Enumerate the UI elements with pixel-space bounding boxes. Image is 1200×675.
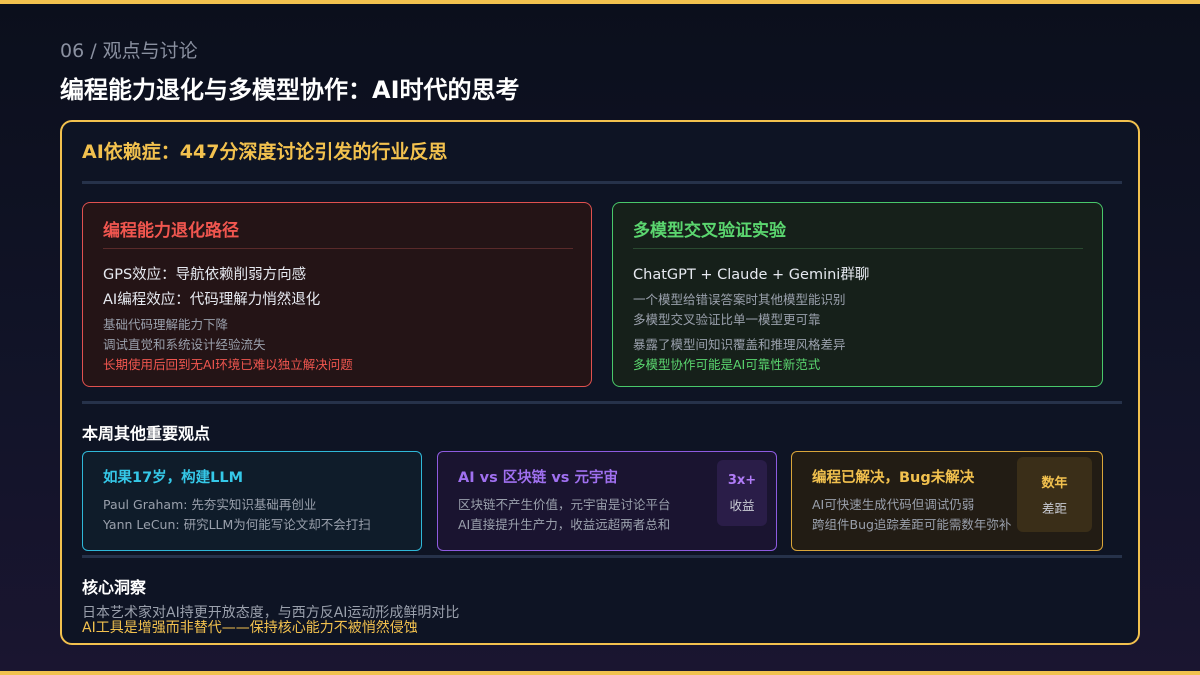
- multimodel-detail: 一个模型给错误答案时其他模型能识别: [633, 292, 846, 307]
- card-divider: [633, 248, 1083, 249]
- ai-coding-effect-text: AI编程效应：代码理解力悄然退化: [103, 292, 321, 308]
- panel-divider: [82, 555, 1122, 558]
- weekly-card-title: AI vs 区块链 vs 元宇宙: [458, 470, 618, 486]
- weekly-card-line: Paul Graham: 先夯实知识基础再创业: [103, 497, 317, 512]
- page-title: 编程能力退化与多模型协作：AI时代的思考: [60, 76, 520, 104]
- insight-heading: 核心洞察: [82, 578, 147, 597]
- weekly-card-line: AI可快速生成代码但调试仍弱: [812, 497, 975, 512]
- gain-badge: 3x+ 收益: [717, 460, 767, 526]
- weekly-card-line: AI直接提升生产力，收益远超两者总和: [458, 517, 671, 532]
- badge-value: 数年: [1041, 476, 1068, 491]
- main-panel: AI依赖症：447分深度讨论引发的行业反思 编程能力退化路径 GPS效应：导航依…: [60, 120, 1140, 645]
- weekly-card-title: 编程已解决，Bug未解决: [812, 470, 975, 486]
- weekly-card-title: 如果17岁，构建LLM: [103, 470, 244, 486]
- card-divider: [103, 248, 573, 249]
- degradation-card-title: 编程能力退化路径: [103, 221, 239, 241]
- multimodel-detail: 多模型交叉验证比单一模型更可靠: [633, 312, 821, 327]
- section-label: 06 / 观点与讨论: [60, 40, 198, 62]
- multimodel-detail: 暴露了模型间知识覆盖和推理风格差异: [633, 337, 846, 352]
- multimodel-card-title: 多模型交叉验证实验: [633, 221, 786, 241]
- top-accent-bar: [0, 0, 1200, 4]
- multimodel-conclusion: 多模型协作可能是AI可靠性新范式: [633, 357, 821, 372]
- weekly-card-llm: 如果17岁，构建LLM Paul Graham: 先夯实知识基础再创业 Yann…: [82, 451, 422, 551]
- badge-label: 收益: [729, 497, 755, 513]
- panel-divider: [82, 401, 1122, 404]
- panel-divider: [82, 181, 1122, 184]
- weekly-card-line: 区块链不产生价值，元宇宙是讨论平台: [458, 497, 671, 512]
- degradation-warning: 长期使用后回到无AI环境已难以独立解决问题: [103, 357, 353, 372]
- multimodel-card: 多模型交叉验证实验 ChatGPT + Claude + Gemini群聊 一个…: [612, 202, 1103, 387]
- gap-badge: 数年 差距: [1017, 457, 1092, 532]
- weekly-card-ai-vs: AI vs 区块链 vs 元宇宙 区块链不产生价值，元宇宙是讨论平台 AI直接提…: [437, 451, 777, 551]
- weekly-card-bugs: 编程已解决，Bug未解决 AI可快速生成代码但调试仍弱 跨组件Bug追踪差距可能…: [791, 451, 1103, 551]
- weekly-card-line: 跨组件Bug追踪差距可能需数年弥补: [812, 517, 1012, 532]
- weekly-card-line: Yann LeCun: 研究LLM为何能写论文却不会打扫: [103, 517, 371, 532]
- multimodel-setup-text: ChatGPT + Claude + Gemini群聊: [633, 267, 870, 283]
- panel-title: AI依赖症：447分深度讨论引发的行业反思: [82, 141, 448, 163]
- gps-effect-text: GPS效应：导航依赖削弱方向感: [103, 267, 307, 283]
- insight-conclusion: AI工具是增强而非替代——保持核心能力不被悄然侵蚀: [82, 620, 418, 636]
- badge-label: 差距: [1041, 501, 1067, 516]
- degradation-card: 编程能力退化路径 GPS效应：导航依赖削弱方向感 AI编程效应：代码理解力悄然退…: [82, 202, 592, 387]
- badge-value: 3x+: [727, 472, 757, 488]
- weekly-heading: 本周其他重要观点: [82, 424, 211, 443]
- degradation-detail: 调试直觉和系统设计经验流失: [103, 337, 266, 352]
- bottom-accent-bar: [0, 671, 1200, 675]
- degradation-detail: 基础代码理解能力下降: [103, 317, 229, 332]
